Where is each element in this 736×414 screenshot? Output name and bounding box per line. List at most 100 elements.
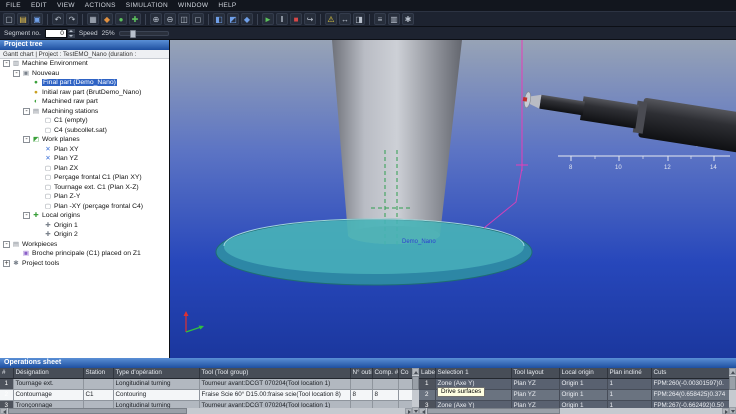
tree-item-work-planes[interactable]: - ◩ Work planes <box>0 135 169 145</box>
spin-down-icon[interactable] <box>68 34 75 38</box>
segment-input[interactable]: 0 <box>45 29 67 38</box>
scroll-right-icon[interactable] <box>405 408 412 414</box>
tree-item-plan-z-y[interactable]: ▢ Plan Z-Y <box>0 192 169 202</box>
add-operation-icon[interactable]: ✚ <box>129 13 141 25</box>
tree-expander-icon[interactable]: - <box>23 136 30 143</box>
zoom-out-icon[interactable]: ⊖ <box>164 13 176 25</box>
machine-icon[interactable]: ▦ <box>87 13 99 25</box>
tree-expander-icon[interactable]: + <box>3 260 10 267</box>
col-co[interactable]: Co <box>398 368 412 379</box>
tree-item-workpieces[interactable]: - ▤ Workpieces <box>0 240 169 250</box>
tree-item-broche-principale[interactable]: ▣ Broche principale (C1) placed on Z1 <box>0 249 169 259</box>
tree-item-tournage-ext-c1[interactable]: ▢ Tournage ext. C1 (Plan X-Z) <box>0 183 169 193</box>
settings-icon[interactable]: ✱ <box>402 13 414 25</box>
new-file-icon[interactable]: ▢ <box>3 13 15 25</box>
scroll-up-icon[interactable] <box>729 368 736 375</box>
tree-expander-icon[interactable]: - <box>13 70 20 77</box>
operation-row[interactable]: 1 Tournage ext. Longitudinal turning Tou… <box>0 379 412 390</box>
zoom-window-icon[interactable]: ◫ <box>178 13 190 25</box>
col-tool[interactable]: Tool (Tool group) <box>199 368 350 379</box>
view-iso-icon[interactable]: ◆ <box>241 13 253 25</box>
horizontal-scrollbar[interactable] <box>0 408 412 414</box>
vertical-scrollbar[interactable] <box>412 368 419 414</box>
col-label[interactable]: Label <box>419 368 435 379</box>
scroll-up-icon[interactable] <box>412 368 419 375</box>
simulate-pause-icon[interactable]: ‖ <box>276 13 288 25</box>
simulate-stop-icon[interactable]: ■ <box>290 13 302 25</box>
tree-item-plan-yz[interactable]: ✕ Plan YZ <box>0 154 169 164</box>
scroll-left-icon[interactable] <box>0 408 7 414</box>
final-part-lens[interactable] <box>216 219 532 285</box>
col-operation-type[interactable]: Type d'opération <box>113 368 199 379</box>
segment-stepper[interactable]: 0 <box>45 29 75 38</box>
tree-expander-icon[interactable]: - <box>3 60 10 67</box>
report-icon[interactable]: ▥ <box>388 13 400 25</box>
undo-icon[interactable]: ↶ <box>52 13 64 25</box>
col-designation[interactable]: Désignation <box>13 368 83 379</box>
tree-item-c1[interactable]: ▢ C1 (empty) <box>0 116 169 126</box>
scrollbar-thumb[interactable] <box>427 408 560 414</box>
scroll-down-icon[interactable] <box>412 407 419 414</box>
menu-window[interactable]: WINDOW <box>178 2 208 9</box>
menu-actions[interactable]: ACTIONS <box>85 2 116 9</box>
final-part-icon[interactable]: ● <box>115 13 127 25</box>
col-comp[interactable]: Comp. #1 <box>372 368 398 379</box>
tree-item-machined-raw-part[interactable]: ◐ Machined raw part <box>0 97 169 107</box>
redo-icon[interactable]: ↷ <box>66 13 78 25</box>
tree-item-project-tools[interactable]: + ✱ Project tools <box>0 259 169 269</box>
scrollbar-thumb[interactable] <box>8 408 187 414</box>
col-tool-number[interactable]: N° outil <box>350 368 372 379</box>
simulate-play-icon[interactable]: ► <box>262 13 274 25</box>
tree-item-origin-2[interactable]: ✚ Origin 2 <box>0 230 169 240</box>
tree-item-initial-raw-part[interactable]: ● Initial raw part (BrutDemo_Nano) <box>0 88 169 98</box>
scrollbar-track[interactable] <box>7 408 405 414</box>
simulate-step-icon[interactable]: ↪ <box>304 13 316 25</box>
menu-edit[interactable]: EDIT <box>31 2 47 9</box>
section-view-icon[interactable]: ◨ <box>353 13 365 25</box>
zoom-fit-icon[interactable]: ◻ <box>192 13 204 25</box>
tree-item-local-origins[interactable]: - ✚ Local origins <box>0 211 169 221</box>
save-icon[interactable]: ▣ <box>31 13 43 25</box>
3d-viewport[interactable]: Demo_Nano 8 10 12 14 <box>170 40 736 358</box>
scroll-left-icon[interactable] <box>419 408 426 414</box>
tree-expander-icon[interactable]: - <box>3 241 10 248</box>
scrollbar-track[interactable] <box>426 408 722 414</box>
scroll-right-icon[interactable] <box>722 408 729 414</box>
tree-item-final-part[interactable]: ● Final part (Demo_Nano) <box>0 78 169 88</box>
tree-item-plan-minus-xy[interactable]: ▢ Plan -XY (perçage frontal C4) <box>0 202 169 212</box>
col-station[interactable]: Station <box>83 368 113 379</box>
spin-up-icon[interactable] <box>68 29 75 33</box>
horizontal-scrollbar[interactable] <box>419 408 729 414</box>
tree-item-plan-xy[interactable]: ✕ Plan XY <box>0 145 169 155</box>
speed-slider[interactable] <box>119 31 169 36</box>
vertical-scrollbar[interactable] <box>729 368 736 414</box>
tree-item-plan-zx[interactable]: ▢ Plan ZX <box>0 164 169 174</box>
col-number[interactable]: # <box>0 368 13 379</box>
col-selection[interactable]: Selection 1 <box>435 368 511 379</box>
raw-part-icon[interactable]: ◆ <box>101 13 113 25</box>
segment-spin-buttons[interactable] <box>68 29 75 38</box>
menu-simulation[interactable]: SIMULATION <box>126 2 168 9</box>
tree-item-nouveau[interactable]: - ▣ Nouveau <box>0 69 169 79</box>
view-front-icon[interactable]: ◧ <box>213 13 225 25</box>
col-cuts[interactable]: Cuts <box>651 368 729 379</box>
col-tool-layout[interactable]: Tool layout <box>511 368 559 379</box>
view-top-icon[interactable]: ◩ <box>227 13 239 25</box>
tree-item-machine-environment[interactable]: - ▥ Machine Environment <box>0 59 169 69</box>
simulation-scene[interactable]: Demo_Nano 8 10 12 14 <box>170 40 736 358</box>
tree-item-percage-frontal-c1[interactable]: ▢ Perçage frontal C1 (Plan XY) <box>0 173 169 183</box>
zoom-in-icon[interactable]: ⊕ <box>150 13 162 25</box>
tree-item-origin-1[interactable]: ✚ Origin 1 <box>0 221 169 231</box>
scrollbar-thumb[interactable] <box>412 376 419 390</box>
menu-view[interactable]: VIEW <box>57 2 75 9</box>
col-tilted-plane[interactable]: Plan incliné <box>607 368 651 379</box>
col-local-origin[interactable]: Local origin <box>559 368 607 379</box>
tree-item-c4[interactable]: ▢ C4 (subcollet.sat) <box>0 126 169 136</box>
gantt-chart-icon[interactable]: ≡ <box>374 13 386 25</box>
menu-help[interactable]: HELP <box>218 2 236 9</box>
measure-icon[interactable]: ↔ <box>339 13 351 25</box>
operation-row-selected[interactable]: 2 Contournage C1 Contouring Fraise Scie … <box>0 390 412 401</box>
tree-expander-icon[interactable]: - <box>23 212 30 219</box>
tree-expander-icon[interactable]: - <box>23 108 30 115</box>
open-folder-icon[interactable]: ▤ <box>17 13 29 25</box>
